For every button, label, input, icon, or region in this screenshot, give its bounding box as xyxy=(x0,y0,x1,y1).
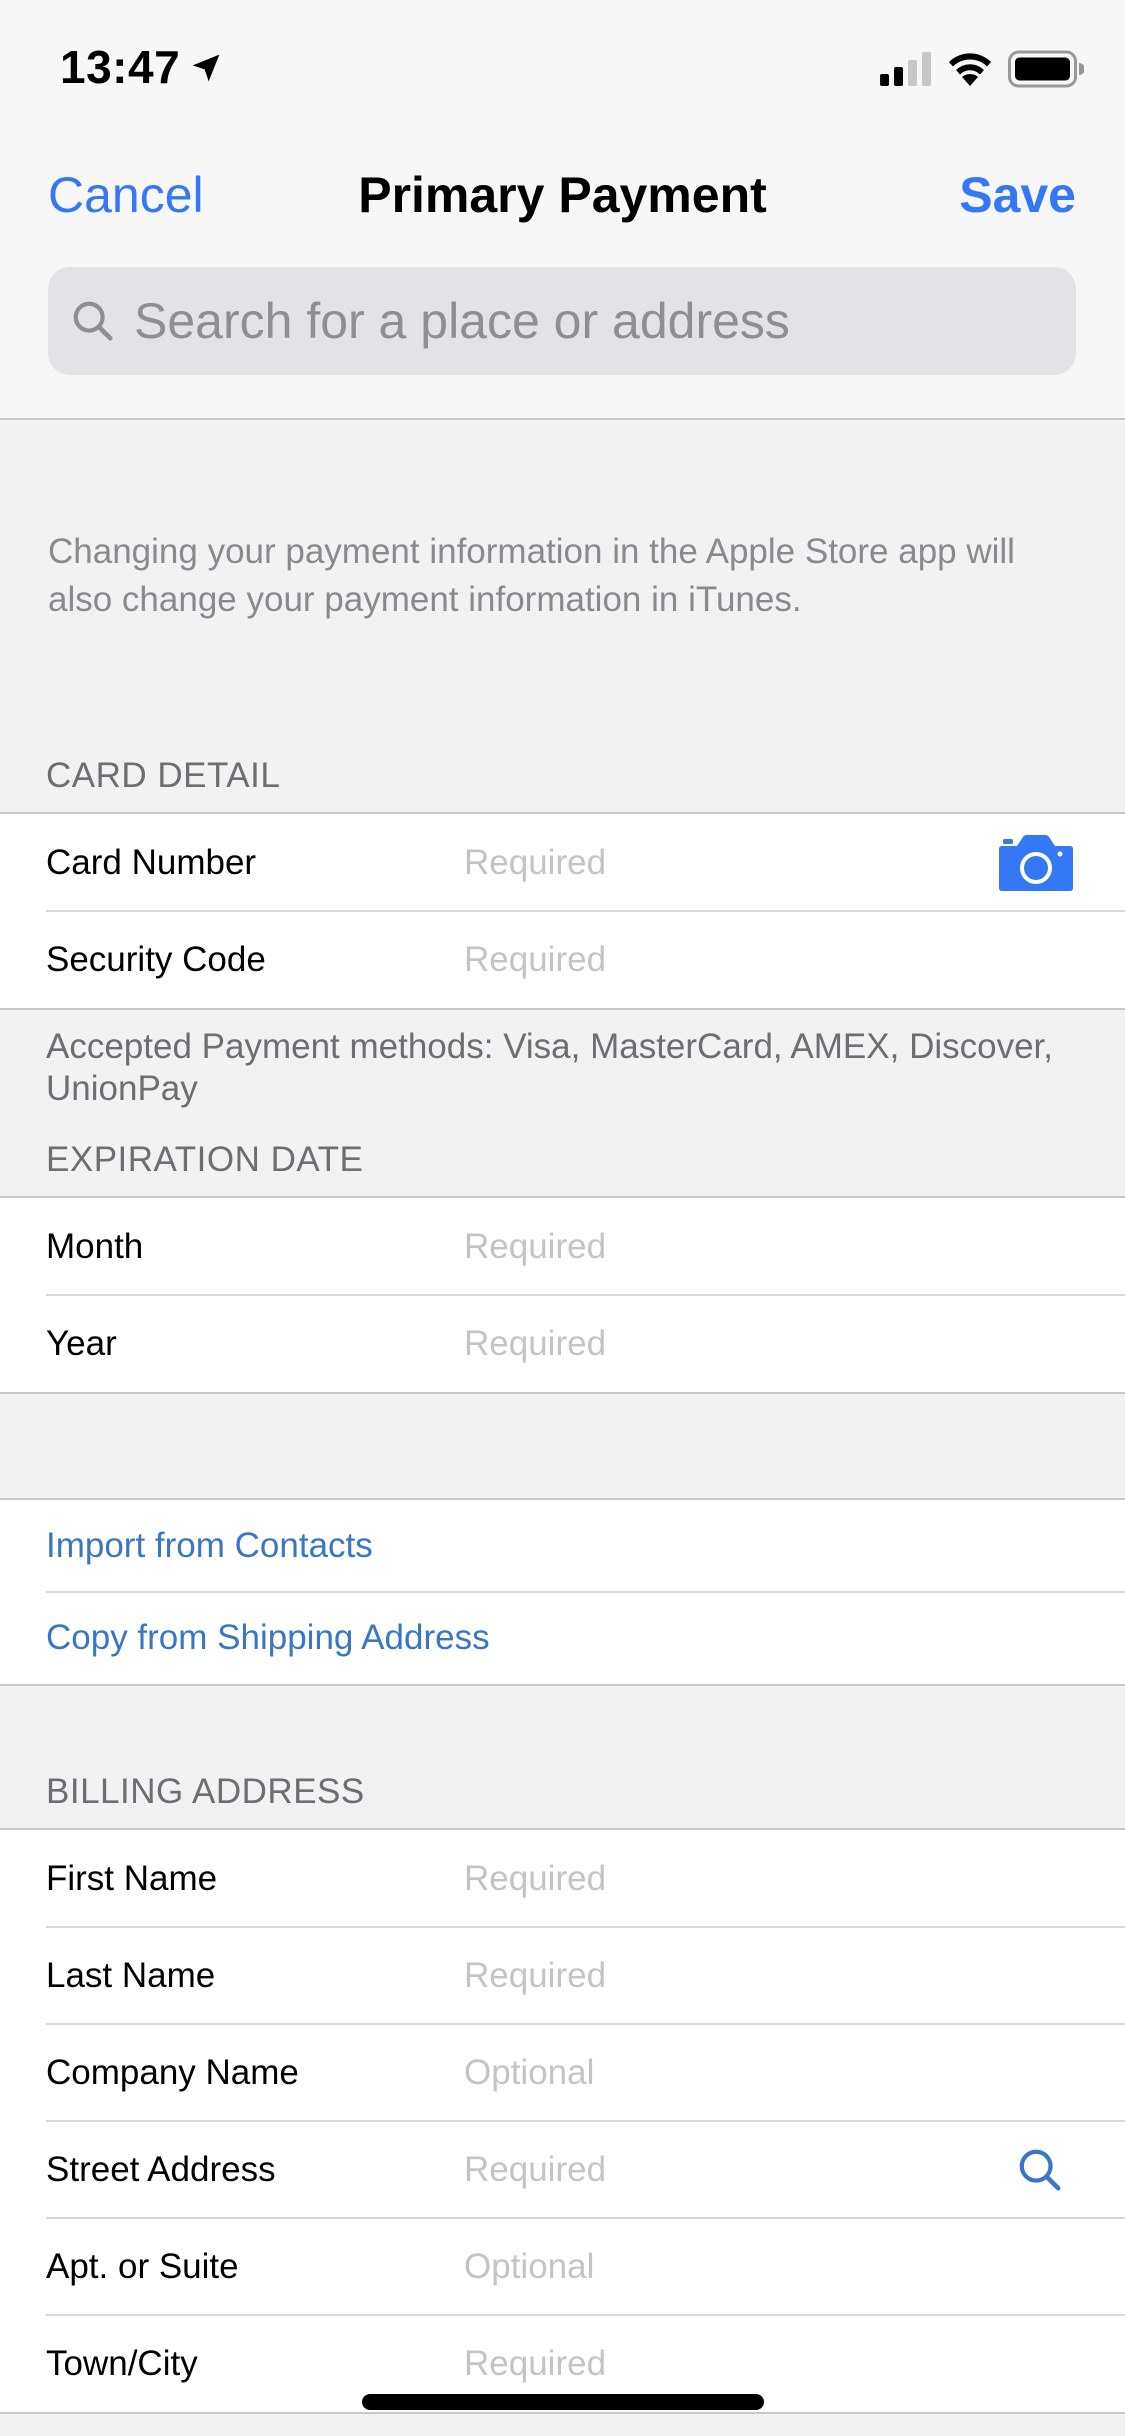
town-city-label: Town/City xyxy=(46,2343,198,2383)
card-number-field[interactable] xyxy=(464,832,964,893)
apt-suite-field[interactable] xyxy=(464,2236,964,2297)
wifi-icon xyxy=(949,53,991,86)
street-address-row: Street Address xyxy=(0,2120,1125,2218)
save-button[interactable]: Save xyxy=(959,166,1076,224)
copy-from-shipping-address-label[interactable]: Copy from Shipping Address xyxy=(46,1618,490,1658)
year-field[interactable] xyxy=(464,1313,964,1374)
card-number-label: Card Number xyxy=(46,842,257,882)
battery-icon xyxy=(1008,50,1084,88)
company-name-row: Company Name xyxy=(0,2023,1125,2121)
camera-icon[interactable] xyxy=(999,834,1073,891)
town-city-field[interactable] xyxy=(464,2333,964,2394)
security-code-row: Security Code xyxy=(0,910,1125,1008)
month-label: Month xyxy=(46,1226,144,1266)
company-name-label: Company Name xyxy=(46,2052,299,2092)
navigation-bar: Cancel Primary Payment Save xyxy=(0,140,1125,420)
payment-form: Changing your payment information in the… xyxy=(0,422,1125,2414)
search-icon xyxy=(73,301,113,341)
cancel-button[interactable]: Cancel xyxy=(48,166,204,224)
section-header-billing-address: BILLING ADDRESS xyxy=(46,1772,365,1811)
section-header-card-detail: CARD DETAIL xyxy=(46,756,281,795)
company-name-field[interactable] xyxy=(464,2042,964,2103)
cellular-signal-icon xyxy=(880,52,931,86)
import-actions-group: Import from Contacts Copy from Shipping … xyxy=(0,1498,1125,1686)
month-row: Month xyxy=(0,1198,1125,1295)
search-icon[interactable] xyxy=(1017,2147,1063,2193)
status-time: 13:47 xyxy=(60,41,181,93)
first-name-field[interactable] xyxy=(464,1848,964,1909)
status-bar: 13:47 xyxy=(0,0,1125,140)
month-field[interactable] xyxy=(464,1216,964,1277)
location-arrow-icon xyxy=(192,54,220,82)
last-name-label: Last Name xyxy=(46,1955,216,1995)
home-indicator[interactable] xyxy=(362,2394,764,2410)
card-detail-group: Card Number Security Code xyxy=(0,812,1125,1010)
street-address-label: Street Address xyxy=(46,2149,276,2189)
copy-from-shipping-address-button[interactable]: Copy from Shipping Address xyxy=(0,1591,1125,1684)
year-label: Year xyxy=(46,1323,117,1363)
address-search-input[interactable] xyxy=(134,267,1076,375)
import-from-contacts-button[interactable]: Import from Contacts xyxy=(0,1500,1125,1592)
search-bar[interactable] xyxy=(48,267,1076,375)
last-name-row: Last Name xyxy=(0,1926,1125,2024)
security-code-field[interactable] xyxy=(464,929,964,990)
apt-suite-row: Apt. or Suite xyxy=(0,2217,1125,2315)
billing-address-group: First Name Last Name Company Name Street… xyxy=(0,1828,1125,2414)
import-from-contacts-label[interactable]: Import from Contacts xyxy=(46,1526,373,1566)
card-number-row: Card Number xyxy=(0,814,1125,911)
first-name-row: First Name xyxy=(0,1830,1125,1927)
last-name-field[interactable] xyxy=(464,1945,964,2006)
year-row: Year xyxy=(0,1294,1125,1392)
section-header-expiration-date: EXPIRATION DATE xyxy=(46,1140,364,1179)
street-address-field[interactable] xyxy=(464,2139,964,2200)
first-name-label: First Name xyxy=(46,1858,218,1898)
info-text: Changing your payment information in the… xyxy=(48,532,1015,619)
apt-suite-label: Apt. or Suite xyxy=(46,2246,239,2286)
expiration-group: Month Year xyxy=(0,1196,1125,1394)
security-code-label: Security Code xyxy=(46,939,266,979)
